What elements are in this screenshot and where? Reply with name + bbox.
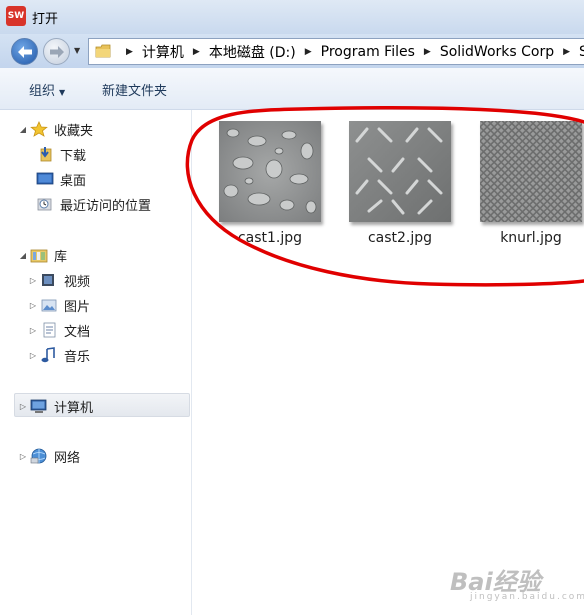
videos-library-icon bbox=[42, 274, 54, 286]
forward-arrow-icon bbox=[49, 45, 64, 58]
file-name[interactable]: cast2.jpg bbox=[340, 230, 460, 246]
solidworks-logo-icon: SW bbox=[6, 6, 26, 26]
chevron-down-icon: ▼ bbox=[59, 88, 66, 97]
nav-recent-places-label: 最近访问的位置 bbox=[60, 198, 152, 214]
nav-network[interactable]: ▷ 网络 bbox=[16, 445, 80, 467]
star-icon bbox=[30, 121, 48, 137]
breadcrumb-separator-icon[interactable]: ▶ bbox=[126, 47, 133, 57]
folder-icon bbox=[95, 44, 111, 58]
expand-arrow-icon[interactable]: ▷ bbox=[26, 351, 40, 360]
nav-videos[interactable]: ▷ 视频 bbox=[26, 269, 90, 291]
watermark-subtext: jingyan.baidu.com bbox=[470, 592, 584, 602]
back-button[interactable] bbox=[11, 38, 38, 65]
organize-button[interactable]: 组织 ▼ bbox=[29, 80, 65, 99]
nav-computer[interactable]: ▷ 计算机 bbox=[16, 395, 93, 417]
nav-documents-label: 文档 bbox=[64, 324, 91, 340]
expand-arrow-icon[interactable]: ▷ bbox=[26, 276, 40, 285]
nav-favorites[interactable]: ◢ 收藏夹 bbox=[16, 118, 93, 140]
collapse-arrow-icon[interactable]: ◢ bbox=[16, 125, 30, 134]
navigation-pane: ◢ 收藏夹 下载 桌面 最近访问的位置 ◢ 库 ▷ 视频 ▷ 图片 ▷ 文档 ▷… bbox=[0, 110, 192, 615]
nav-downloads[interactable]: 下载 bbox=[36, 143, 86, 165]
file-list: cast1.jpg cast2.jpg knurl.jpg bbox=[193, 110, 584, 615]
nav-desktop[interactable]: 桌面 bbox=[36, 168, 86, 190]
recent-places-icon bbox=[37, 198, 52, 211]
network-icon bbox=[30, 448, 47, 464]
nav-libraries-label: 库 bbox=[54, 249, 68, 265]
breadcrumb-separator-icon[interactable]: ▶ bbox=[305, 47, 312, 57]
breadcrumb-separator-icon[interactable]: ▶ bbox=[193, 47, 200, 57]
nav-music[interactable]: ▷ 音乐 bbox=[26, 344, 90, 366]
nav-pictures-label: 图片 bbox=[64, 299, 91, 315]
knurl-texture-image bbox=[480, 121, 582, 222]
breadcrumb-local-disk[interactable]: 本地磁盘 (D:) bbox=[209, 42, 296, 62]
breadcrumb-separator-icon[interactable]: ▶ bbox=[424, 47, 431, 57]
pictures-library-icon bbox=[41, 299, 57, 312]
collapse-arrow-icon[interactable]: ◢ bbox=[16, 251, 30, 260]
back-arrow-icon bbox=[17, 45, 32, 58]
nav-favorites-label: 收藏夹 bbox=[54, 123, 94, 139]
expand-arrow-icon[interactable]: ▷ bbox=[16, 452, 30, 461]
nav-downloads-label: 下载 bbox=[60, 148, 87, 164]
diamond-plate-texture-image bbox=[349, 121, 451, 222]
breadcrumb: ▶ 计算机 ▶ 本地磁盘 (D:) ▶ Program Files ▶ Soli… bbox=[117, 39, 584, 64]
address-bar[interactable]: ▶ 计算机 ▶ 本地磁盘 (D:) ▶ Program Files ▶ Soli… bbox=[88, 38, 584, 65]
new-folder-button[interactable]: 新建文件夹 bbox=[102, 80, 167, 99]
navigation-bar: ▼ ▶ 计算机 ▶ 本地磁盘 (D:) ▶ Program Files ▶ So… bbox=[0, 34, 584, 68]
file-name[interactable]: cast1.jpg bbox=[210, 230, 330, 246]
nav-music-label: 音乐 bbox=[64, 349, 91, 365]
library-icon bbox=[30, 249, 48, 263]
nav-computer-label: 计算机 bbox=[54, 400, 94, 416]
nav-documents[interactable]: ▷ 文档 bbox=[26, 319, 90, 341]
breadcrumb-program-files[interactable]: Program Files bbox=[321, 44, 415, 60]
file-thumbnail[interactable] bbox=[349, 121, 451, 222]
file-thumbnail[interactable] bbox=[480, 121, 582, 222]
open-file-dialog: SW 打开 ▼ ▶ 计算机 ▶ 本地磁盘 (D:) ▶ Program File… bbox=[0, 0, 584, 615]
nav-libraries[interactable]: ◢ 库 bbox=[16, 244, 67, 266]
nav-network-label: 网络 bbox=[54, 450, 81, 466]
organize-label: 组织 bbox=[29, 84, 56, 99]
download-folder-icon bbox=[40, 147, 52, 162]
nav-videos-label: 视频 bbox=[64, 274, 91, 290]
forward-button[interactable] bbox=[43, 38, 70, 65]
expand-arrow-icon[interactable]: ▷ bbox=[26, 301, 40, 310]
nav-pictures[interactable]: ▷ 图片 bbox=[26, 294, 90, 316]
recent-pages-dropdown-icon[interactable]: ▼ bbox=[74, 46, 80, 55]
breadcrumb-computer[interactable]: 计算机 bbox=[142, 42, 184, 62]
command-bar: 组织 ▼ 新建文件夹 bbox=[0, 68, 584, 110]
file-thumbnail[interactable] bbox=[219, 121, 321, 222]
breadcrumb-solidworks-corp[interactable]: SolidWorks Corp bbox=[440, 44, 554, 60]
computer-icon bbox=[30, 399, 47, 413]
window-title: 打开 bbox=[32, 12, 59, 27]
file-name[interactable]: knurl.jpg bbox=[471, 230, 584, 246]
desktop-icon bbox=[36, 172, 54, 185]
expand-arrow-icon[interactable]: ▷ bbox=[16, 402, 30, 411]
music-library-icon bbox=[41, 347, 55, 363]
expand-arrow-icon[interactable]: ▷ bbox=[26, 326, 40, 335]
breadcrumb-separator-icon[interactable]: ▶ bbox=[563, 47, 570, 57]
nav-desktop-label: 桌面 bbox=[60, 173, 87, 189]
watermark: Bai经验 jingyan.baidu.com bbox=[450, 562, 584, 602]
nav-recent-places[interactable]: 最近访问的位置 bbox=[36, 193, 151, 215]
breadcrumb-so[interactable]: So bbox=[579, 44, 584, 60]
title-bar: SW 打开 bbox=[0, 0, 584, 34]
documents-library-icon bbox=[43, 322, 56, 338]
cast-texture-image bbox=[219, 121, 321, 222]
